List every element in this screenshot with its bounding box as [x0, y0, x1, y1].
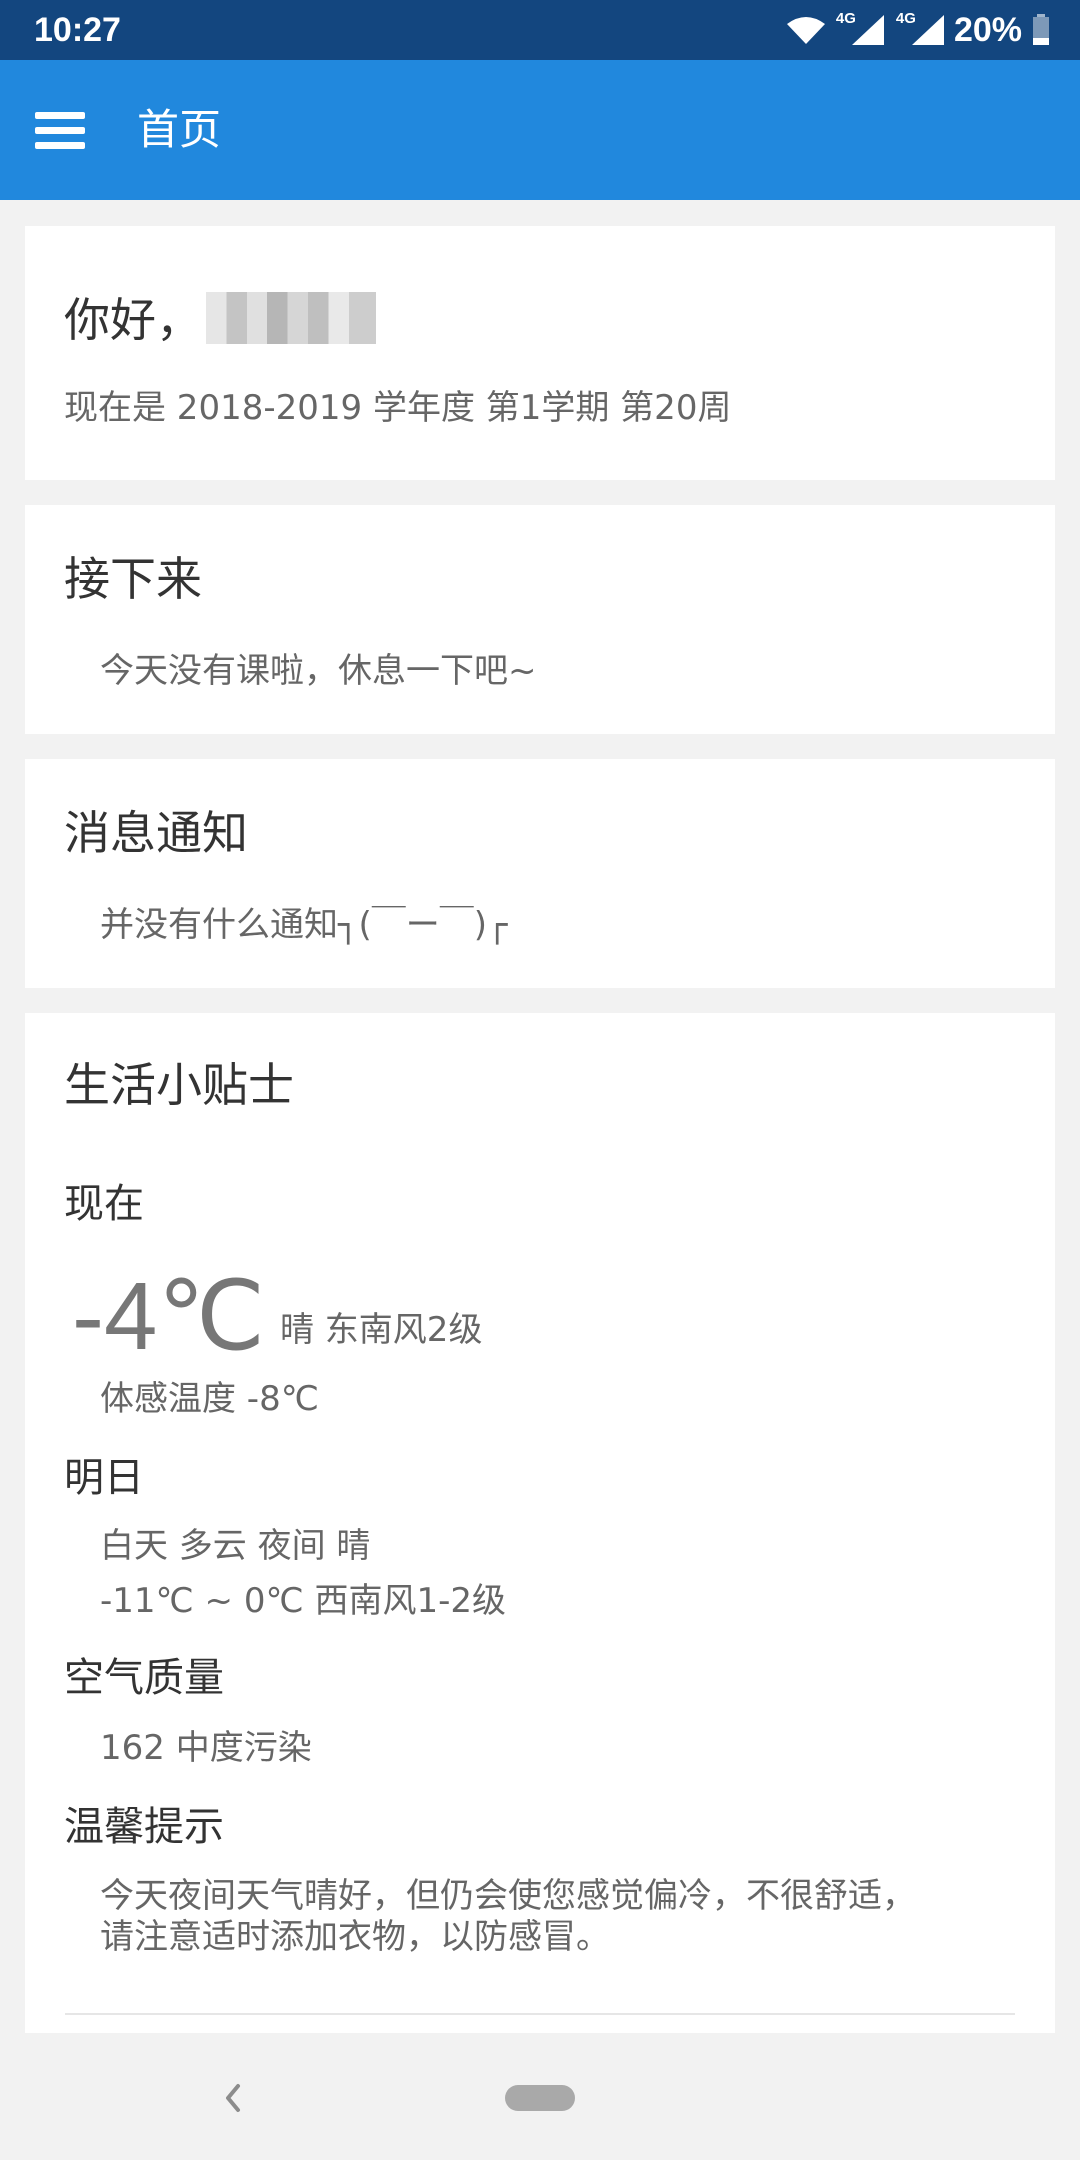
battery-icon — [1032, 14, 1050, 46]
greeting-title: 你好， — [64, 292, 376, 348]
feels-like: 体感温度 -8℃ — [100, 1379, 319, 1419]
redacted-username — [206, 292, 376, 344]
next-message: 今天没有课啦，休息一下吧~ — [100, 651, 537, 691]
page-title: 首页 — [137, 105, 222, 154]
notice-title: 消息通知 — [64, 806, 248, 860]
now-label: 现在 — [64, 1181, 144, 1227]
menu-icon[interactable] — [30, 100, 90, 160]
notice-message: 并没有什么通知┐(￣ー￣)┌ — [100, 905, 508, 945]
tomorrow-temp-wind: -11℃ ~ 0℃ 西南风1-2级 — [100, 1581, 506, 1621]
status-bar: 10:27 4G 4G 20% — [0, 0, 1080, 60]
back-icon[interactable] — [218, 2078, 248, 2118]
next-title: 接下来 — [64, 552, 202, 606]
air-quality-label: 空气质量 — [64, 1655, 224, 1701]
greeting-text: 你好， — [64, 293, 202, 347]
current-temperature: -4℃ — [72, 1263, 266, 1370]
notice-card[interactable]: 消息通知 并没有什么通知┐(￣ー￣)┌ — [25, 759, 1055, 988]
battery-percent: 20% — [953, 10, 1022, 49]
status-icons: 4G 4G 20% — [786, 8, 1050, 52]
home-pill-icon[interactable] — [505, 2085, 575, 2111]
air-quality-value: 162 中度污染 — [100, 1728, 312, 1768]
reminder-line-2: 请注意适时添加衣物，以防感冒。 — [100, 1917, 610, 1957]
app-bar: 首页 — [0, 60, 1080, 200]
network-label-1: 4G — [835, 9, 856, 27]
reminder-label: 温馨提示 — [64, 1804, 224, 1850]
weather-description: 晴 东南风2级 — [280, 1310, 483, 1350]
term-info: 现在是 2018-2019 学年度 第1学期 第20周 — [64, 388, 732, 428]
reminder-line-1: 今天夜间天气晴好，但仍会使您感觉偏冷，不很舒适， — [100, 1876, 916, 1916]
status-time: 10:27 — [34, 11, 121, 49]
next-card[interactable]: 接下来 今天没有课啦，休息一下吧~ — [25, 505, 1055, 734]
network-label-2: 4G — [895, 9, 916, 27]
tips-title: 生活小贴士 — [64, 1058, 294, 1112]
tomorrow-day-night: 白天 多云 夜间 晴 — [100, 1526, 371, 1566]
divider — [65, 2013, 1015, 2015]
greeting-card: 你好， 现在是 2018-2019 学年度 第1学期 第20周 — [25, 226, 1055, 480]
wifi-icon — [786, 15, 826, 45]
tomorrow-label: 明日 — [64, 1455, 144, 1501]
